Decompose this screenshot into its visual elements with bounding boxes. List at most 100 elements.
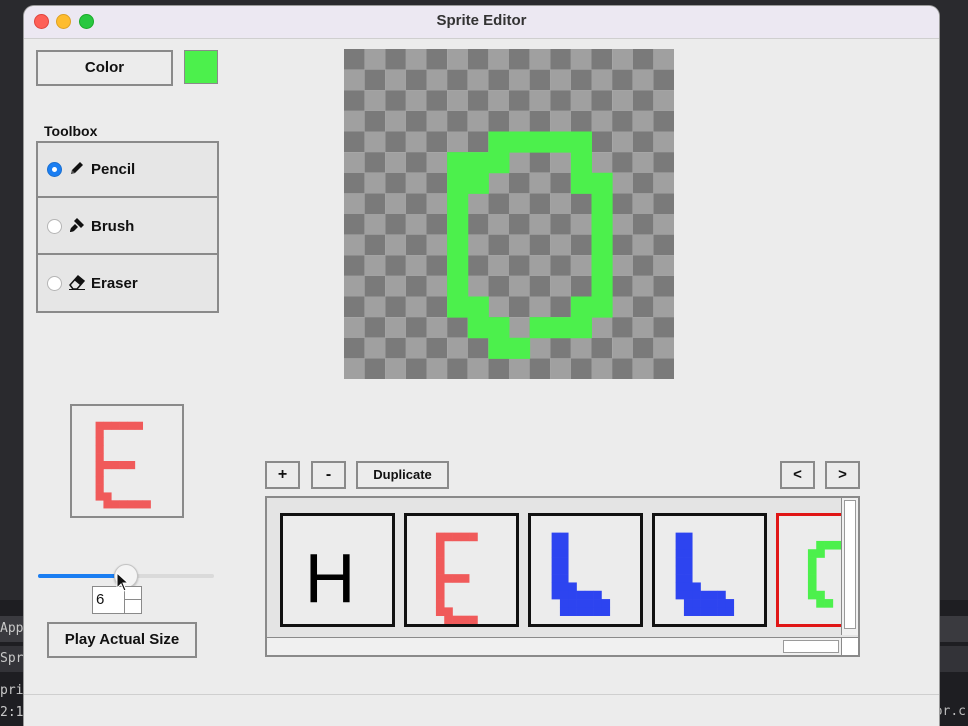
horizontal-scroll-thumb[interactable] [783, 640, 839, 653]
checker-cell [612, 193, 633, 214]
frame-pixel [452, 615, 462, 625]
checker-cell [385, 214, 406, 235]
tool-eraser[interactable]: Eraser [38, 257, 217, 312]
color-button[interactable]: Color [36, 50, 173, 86]
checker-cell [405, 337, 427, 359]
checker-cell [488, 110, 509, 132]
checker-cell [550, 110, 571, 132]
checker-cell [632, 49, 654, 70]
frame-thumbnail[interactable] [528, 513, 643, 627]
checker-cell [405, 255, 427, 276]
checker-cell [426, 152, 448, 173]
checker-cell [385, 234, 406, 256]
frame-pixel [576, 599, 586, 608]
sprite-pixel [570, 131, 592, 153]
checker-cell [426, 275, 448, 297]
play-actual-size-button[interactable]: Play Actual Size [47, 622, 197, 658]
frame-pixel [551, 565, 561, 575]
checker-cell [653, 214, 674, 235]
checker-cell [612, 255, 633, 276]
frame-thumbnail[interactable] [652, 513, 767, 627]
checker-cell [653, 275, 674, 297]
checker-cell [509, 152, 530, 173]
sprite-pixel [447, 152, 469, 174]
sprite-canvas[interactable] [344, 49, 674, 379]
checker-cell [426, 110, 448, 132]
checker-cell [405, 152, 427, 173]
checker-cell [570, 234, 592, 256]
checker-cell [509, 296, 530, 318]
checker-cell [405, 193, 427, 214]
frame-pixel [584, 590, 594, 600]
next-frame-button[interactable]: > [825, 461, 860, 489]
checker-cell [570, 214, 592, 235]
spin-down-button[interactable] [124, 600, 141, 613]
preview-pixel [119, 461, 128, 470]
frame-pixel [700, 599, 710, 608]
checker-cell [344, 110, 365, 132]
vertical-scroll-thumb[interactable] [844, 500, 856, 629]
frame-pixel [692, 582, 701, 592]
frames-horizontal-scrollbar[interactable] [267, 637, 841, 655]
checker-cell [591, 131, 613, 153]
checker-cell [426, 69, 448, 91]
checker-cell [488, 358, 509, 379]
frame-pixel [593, 599, 602, 608]
frame-pixel [444, 607, 453, 616]
checker-cell [509, 255, 530, 276]
checker-cell [632, 337, 654, 359]
frame-pixel [551, 532, 561, 542]
current-color-swatch[interactable] [184, 50, 218, 84]
checker-cell [550, 49, 571, 70]
frames-vertical-scrollbar[interactable] [841, 498, 858, 635]
pencil-radio[interactable] [47, 162, 62, 177]
frame-pixel [551, 582, 561, 592]
checker-cell [550, 337, 571, 359]
checker-cell [550, 255, 571, 276]
checker-cell [612, 296, 633, 318]
mouse-cursor-icon [116, 572, 130, 592]
previous-frame-button[interactable]: < [780, 461, 815, 489]
checker-cell [529, 275, 551, 297]
preview-pixel [142, 500, 151, 509]
tool-pencil[interactable]: Pencil [38, 143, 217, 198]
tool-brush[interactable]: Brush [38, 200, 217, 255]
checker-cell [509, 49, 530, 70]
remove-frame-button[interactable]: - [311, 461, 346, 489]
checker-cell [550, 193, 571, 214]
eraser-radio[interactable] [47, 276, 62, 291]
frame-pixel [717, 607, 726, 616]
frame-pixel [683, 574, 693, 583]
duplicate-frame-button[interactable]: Duplicate [356, 461, 449, 489]
preview-pixel [95, 453, 104, 462]
frame-pixel [708, 590, 718, 600]
frame-pixel [692, 590, 701, 600]
checker-cell [509, 110, 530, 132]
brush-radio[interactable] [47, 219, 62, 234]
checker-cell [529, 358, 551, 379]
tool-label: Pencil [91, 161, 136, 178]
preview-pixel [119, 500, 128, 509]
frame-pixel [444, 615, 453, 625]
checker-cell [447, 337, 468, 359]
checker-cell [550, 90, 571, 111]
checker-cell [550, 296, 571, 318]
add-frame-button[interactable]: + [265, 461, 300, 489]
checker-cell [447, 110, 468, 132]
frame-pixel [683, 565, 693, 575]
frame-pixel [601, 607, 611, 616]
checker-cell [344, 234, 365, 256]
sprite-pixel [509, 337, 531, 359]
checker-cell [447, 69, 468, 91]
frame-thumbnail[interactable]: H [280, 513, 395, 627]
frame-pixel [435, 574, 445, 583]
checker-cell [612, 172, 633, 194]
checker-cell [612, 358, 633, 379]
frame-pixel [576, 590, 586, 600]
checker-cell [426, 172, 448, 194]
spinbox-value[interactable]: 6 [96, 591, 104, 608]
slider-fill [38, 574, 126, 578]
frame-pixel [675, 565, 685, 575]
frame-thumbnail[interactable] [404, 513, 519, 627]
checker-cell [385, 49, 406, 70]
